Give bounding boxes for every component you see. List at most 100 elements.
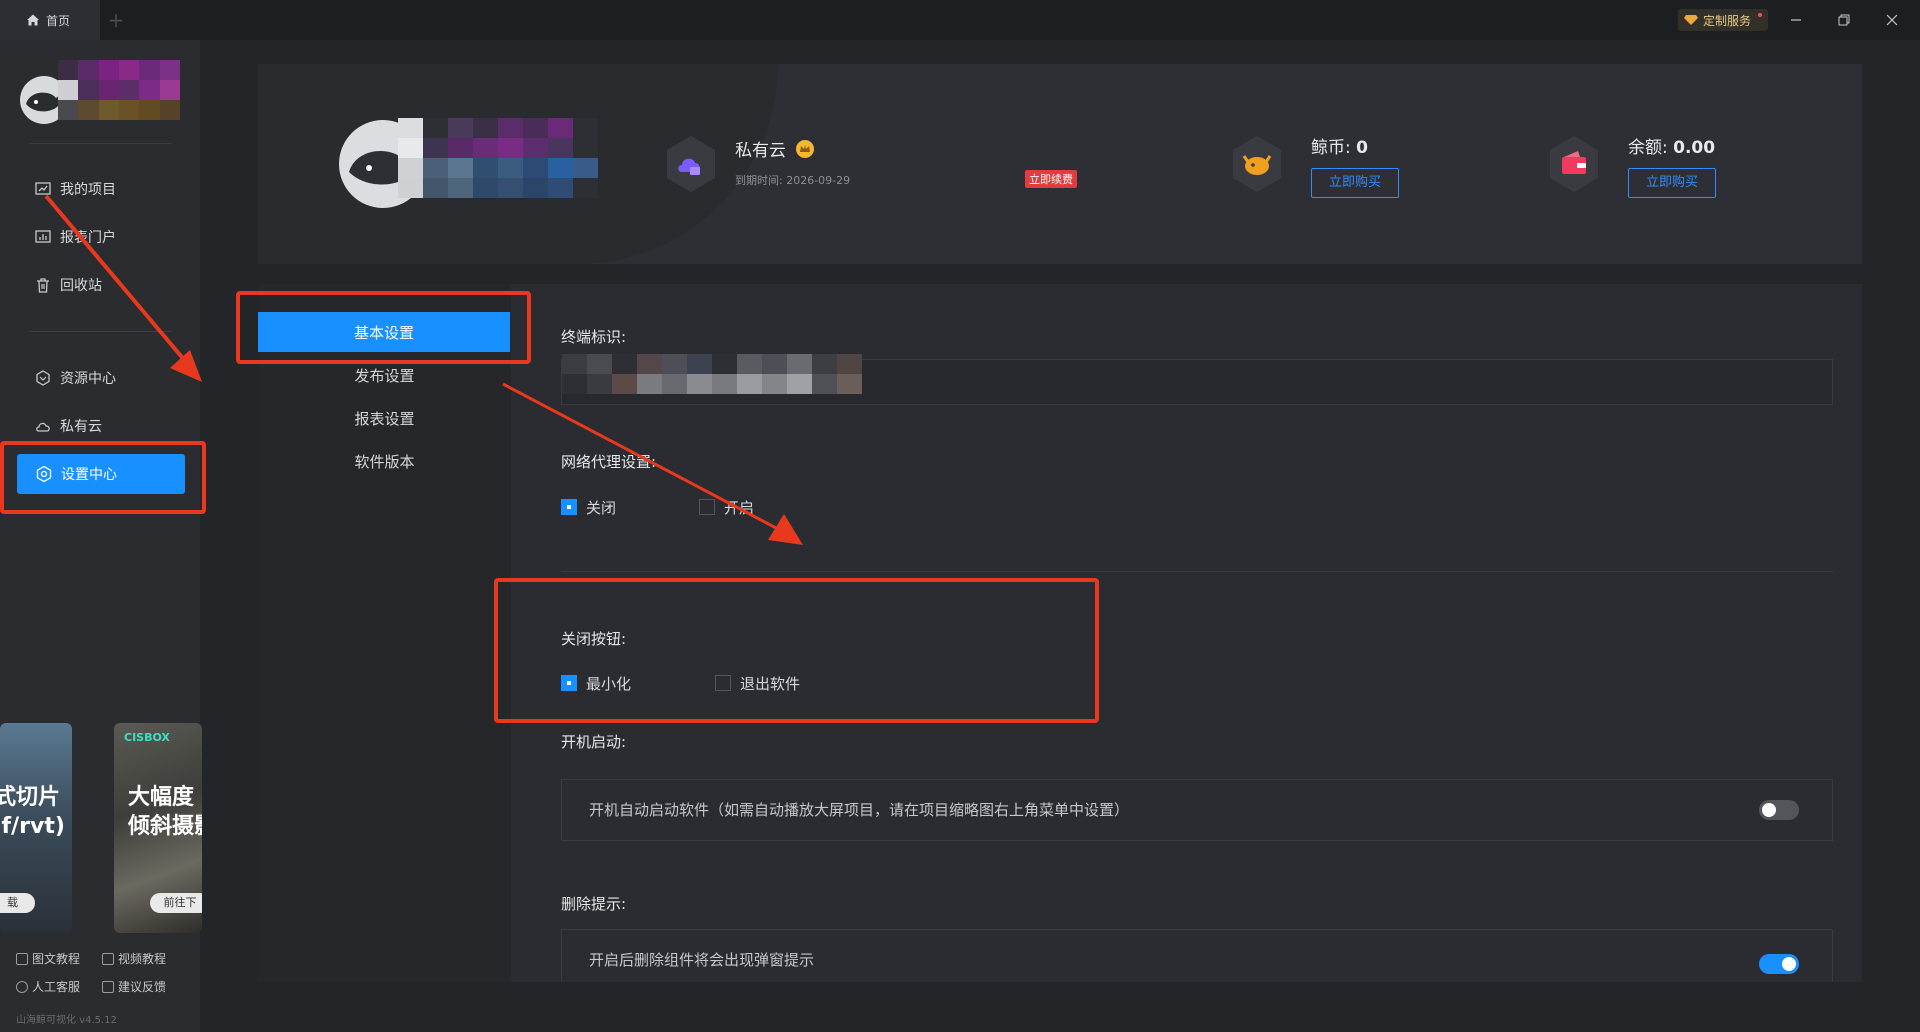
delete-prompt-toggle[interactable] — [1759, 954, 1799, 974]
promo-card-tiles[interactable]: 式切片 if/rvt) 载 — [0, 723, 72, 933]
sidebar-divider — [30, 143, 172, 144]
close-icon — [1886, 14, 1898, 26]
section-divider — [561, 571, 1833, 572]
promo-line-1: 式切片 — [0, 785, 61, 810]
sidebar-item-my-projects[interactable]: 我的项目 — [16, 169, 186, 209]
autostart-label: 开机启动: — [561, 733, 627, 751]
report-icon — [35, 230, 51, 243]
proxy-off-checkbox[interactable] — [561, 499, 577, 515]
footer-link-docs[interactable]: 图文教程 — [16, 950, 80, 967]
autostart-row: 开机自动启动软件（如需自动播放大屏项目，请在项目缩略图右上角菜单中设置） — [561, 779, 1833, 841]
add-tab-button[interactable]: + — [104, 8, 128, 32]
diamond-icon — [1684, 15, 1698, 25]
trash-icon — [37, 278, 49, 293]
coin-whale-icon — [1233, 136, 1281, 192]
footer-link-videos[interactable]: 视频教程 — [102, 950, 166, 967]
delete-prompt-label: 删除提示: — [561, 895, 627, 913]
sidebar-item-label: 我的项目 — [60, 182, 116, 198]
custom-service-label: 定制服务 — [1703, 13, 1752, 28]
toggle-knob — [1762, 803, 1776, 817]
coins-label: 鲸币: — [1311, 138, 1357, 158]
footer-link-support[interactable]: 人工客服 — [16, 978, 80, 995]
sidebar-item-label: 回收站 — [60, 278, 102, 294]
tab-software-version[interactable]: 软件版本 — [258, 441, 511, 481]
toggle-knob — [1782, 957, 1796, 971]
proxy-on-label: 开启 — [724, 499, 755, 517]
autostart-description: 开机自动启动软件（如需自动播放大屏项目，请在项目缩略图右上角菜单中设置） — [589, 801, 1130, 819]
sidebar-item-resource-center[interactable]: 资源中心 — [16, 358, 186, 398]
tab-home-label: 首页 — [46, 13, 71, 28]
promo-title: 大幅度 倾斜摄影 — [128, 783, 202, 841]
footer-link-label: 视频教程 — [118, 952, 167, 966]
coins-value: 0 — [1356, 138, 1368, 158]
sidebar-item-report-portal[interactable]: 报表门户 — [16, 217, 186, 257]
terminal-id-blurred — [562, 354, 862, 394]
footer-link-label: 人工客服 — [32, 980, 81, 994]
delete-prompt-row: 开启后删除组件将会出现弹窗提示 — [561, 929, 1833, 982]
footer-link-label: 图文教程 — [32, 952, 81, 966]
crown-icon — [796, 140, 815, 158]
username-blurred — [58, 60, 180, 120]
private-cloud-title: 私有云 — [735, 136, 815, 161]
promo-brand: CISBOX — [124, 731, 170, 744]
resource-icon — [36, 370, 50, 386]
sidebar-item-label: 资源中心 — [60, 371, 116, 387]
home-icon — [27, 14, 39, 26]
footer-link-label: 建议反馈 — [118, 980, 167, 994]
sidebar-divider — [30, 331, 172, 332]
promo-download-button[interactable]: 载 — [0, 893, 35, 913]
sidebar-item-private-cloud[interactable]: 私有云 — [16, 406, 186, 446]
support-icon — [16, 980, 28, 993]
proxy-on-checkbox[interactable] — [699, 499, 715, 515]
proxy-label: 网络代理设置: — [561, 453, 657, 471]
title-bar: 首页 + 定制服务 — [0, 0, 1920, 40]
footer-link-feedback[interactable]: 建议反馈 — [102, 978, 166, 995]
tab-home[interactable]: 首页 — [0, 0, 100, 40]
sidebar-item-recycle-bin[interactable]: 回收站 — [16, 265, 186, 305]
autostart-toggle[interactable] — [1759, 800, 1799, 820]
annotation-box-basic-settings — [236, 291, 531, 364]
terminal-id-label: 终端标识: — [561, 328, 627, 346]
wallet-icon — [1550, 136, 1598, 192]
custom-service-button[interactable]: 定制服务 — [1678, 9, 1768, 31]
balance-label: 余额: — [1628, 138, 1674, 158]
promo-go-button[interactable]: 前往下 — [150, 893, 202, 913]
username-blurred — [398, 118, 598, 198]
cloud-icon — [36, 422, 50, 432]
document-icon — [16, 952, 28, 965]
sidebar: 我的项目 报表门户 回收站 资源中心 私有云 设置中心 式切片 if/rvt) … — [0, 40, 202, 1032]
delete-prompt-description: 开启后删除组件将会出现弹窗提示 — [589, 951, 815, 969]
balance: 余额: 0.00 — [1628, 133, 1715, 158]
close-button[interactable] — [1868, 0, 1916, 40]
minimize-button[interactable] — [1772, 0, 1820, 40]
video-icon — [102, 952, 114, 965]
balance-value: 0.00 — [1673, 138, 1716, 158]
promo-line-1: 大幅度 — [128, 785, 195, 810]
restore-icon — [1838, 14, 1850, 26]
sidebar-item-label: 私有云 — [60, 419, 102, 435]
promo-line-2: 倾斜摄影 — [128, 814, 202, 839]
buy-coins-button[interactable]: 立即购买 — [1311, 168, 1399, 198]
terminal-id-field[interactable] — [561, 354, 1833, 405]
coins-balance: 鲸币: 0 — [1311, 133, 1368, 158]
promo-line-2: if/rvt) — [0, 814, 65, 839]
recharge-button[interactable]: 立即购买 — [1628, 168, 1716, 198]
renew-button[interactable]: 立即续费 — [1025, 170, 1077, 188]
minimize-icon — [1791, 19, 1801, 21]
project-icon — [35, 182, 51, 195]
feedback-icon — [102, 980, 114, 993]
notification-dot — [1758, 13, 1762, 17]
annotation-box-settings-center — [0, 441, 206, 514]
cloud-lock-icon — [667, 136, 715, 192]
promo-card-oblique[interactable]: CISBOX 大幅度 倾斜摄影 前往下 — [114, 723, 202, 933]
tab-report-settings[interactable]: 报表设置 — [258, 398, 511, 438]
promo-title: 式切片 if/rvt) — [0, 783, 72, 841]
sidebar-item-label: 报表门户 — [60, 230, 116, 246]
private-cloud-label: 私有云 — [735, 141, 786, 161]
restore-button[interactable] — [1820, 0, 1868, 40]
annotation-box-close-button — [494, 578, 1099, 723]
proxy-off-label: 关闭 — [586, 499, 617, 517]
account-header: 私有云 到期时间: 2026-09-29 立即续费 鲸币: 0 立即购买 余额:… — [258, 64, 1862, 264]
app-version: 山海鲸可视化 v4.5.12 — [16, 1015, 117, 1026]
expire-date: 到期时间: 2026-09-29 — [735, 174, 851, 187]
